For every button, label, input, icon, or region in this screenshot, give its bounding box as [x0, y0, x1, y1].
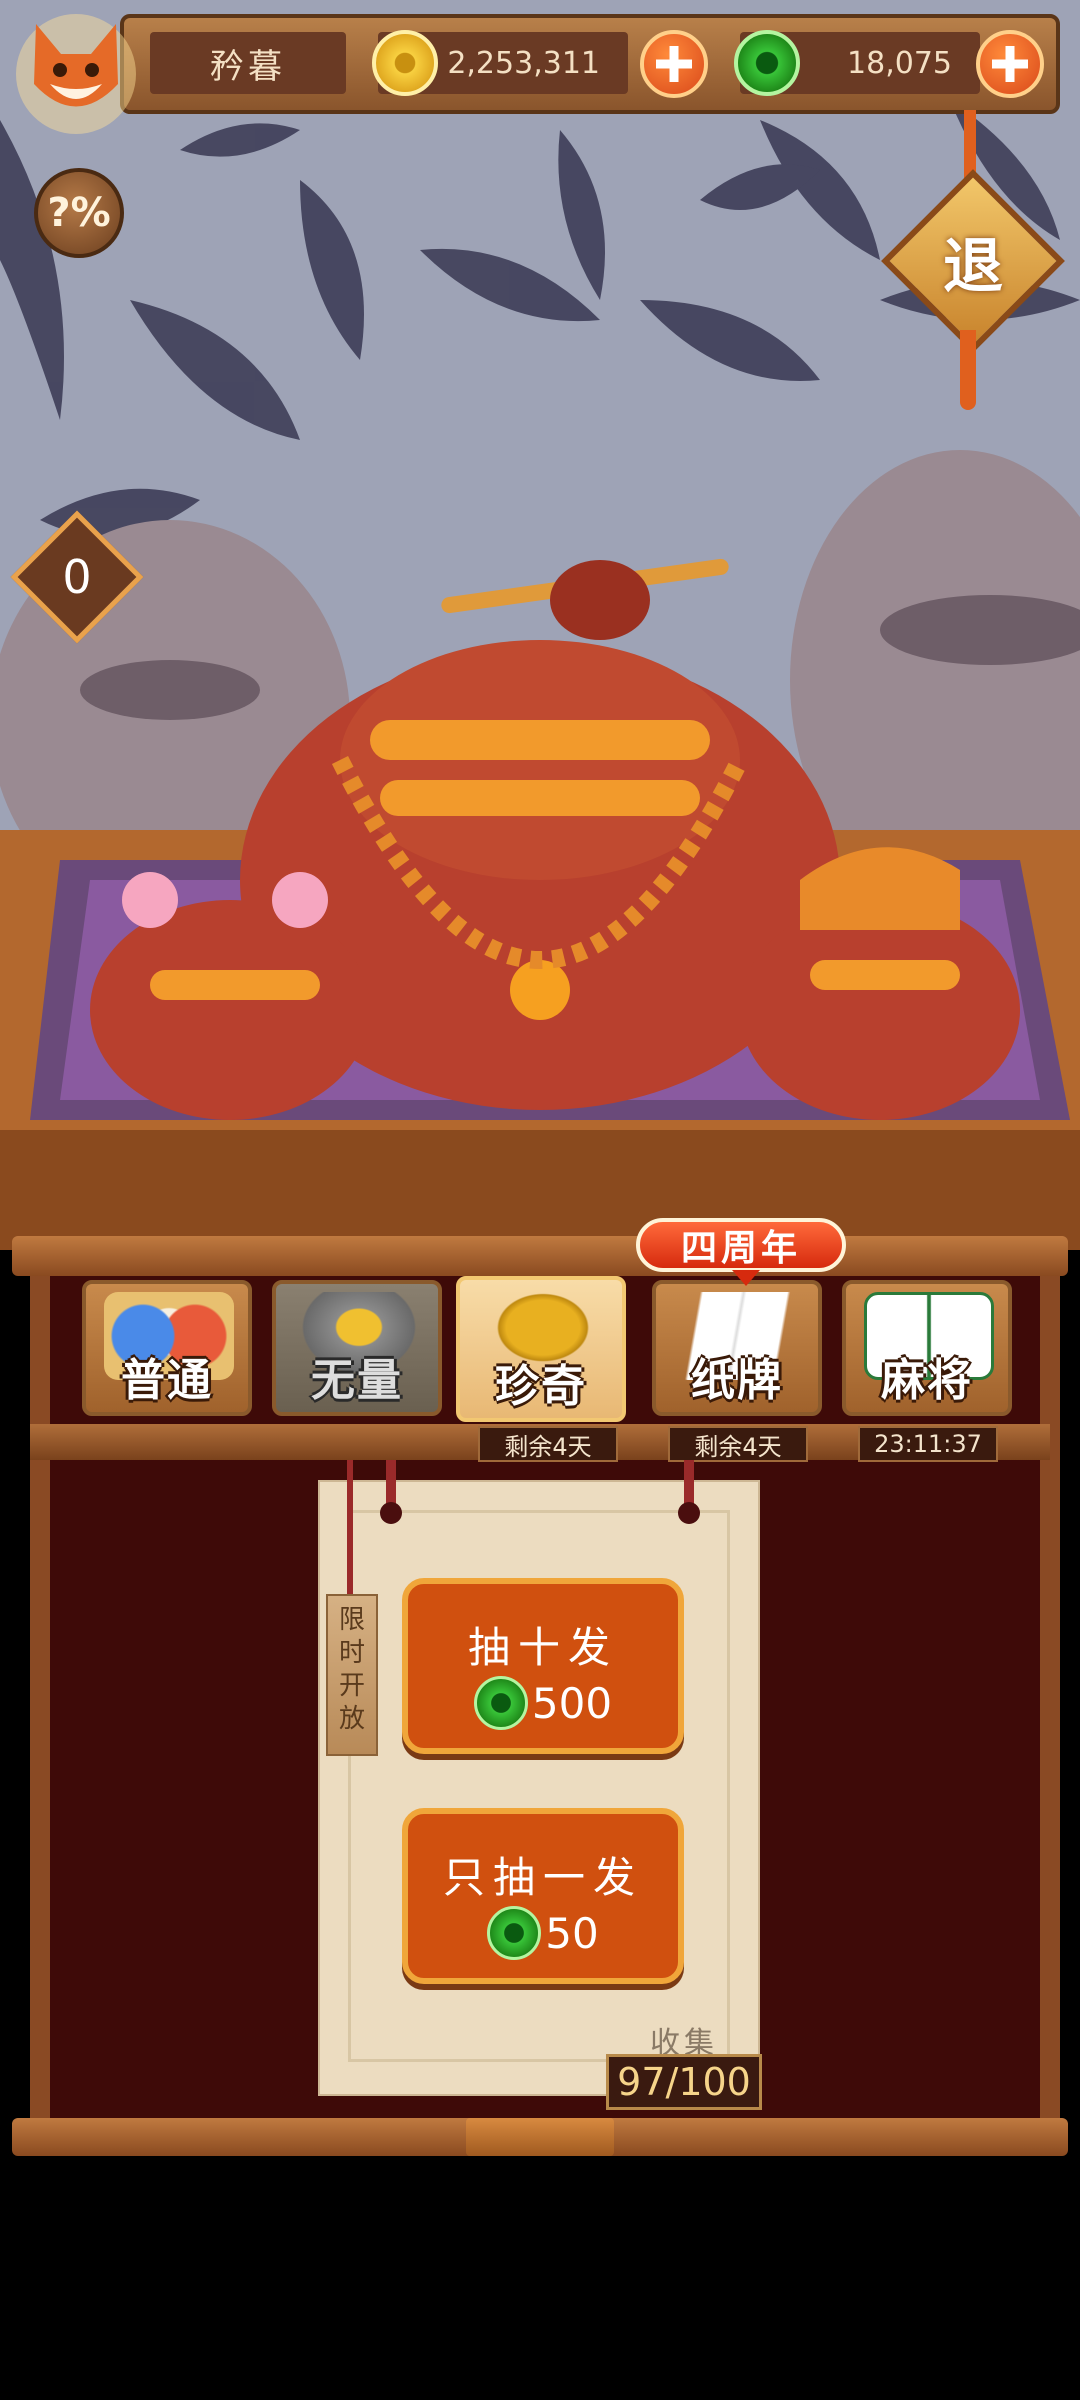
tab-zhipai[interactable]: 纸牌	[652, 1280, 822, 1416]
add-jade-button[interactable]	[976, 30, 1044, 98]
majiang-timer: 23:11:37	[858, 1426, 998, 1462]
scroll-knob-right	[678, 1502, 700, 1524]
tab-zhenqi[interactable]: 珍奇	[456, 1276, 626, 1422]
tab-wuliang[interactable]: 无量	[272, 1280, 442, 1416]
limited-time-tag: 限时开放	[326, 1594, 378, 1756]
tab-label: 麻将	[881, 1355, 973, 1406]
jade-icon	[487, 1906, 542, 1960]
tab-label: 珍奇	[495, 1361, 587, 1412]
tab-label: 纸牌	[691, 1355, 783, 1406]
panel-top-rail	[12, 1236, 1068, 1276]
jade-icon	[734, 30, 800, 96]
add-coins-button[interactable]	[640, 30, 708, 98]
gold-coin-icon	[372, 30, 438, 96]
tab-putong[interactable]: 普通	[82, 1280, 252, 1416]
tab-label: 无量	[311, 1355, 403, 1406]
jade-icon	[473, 1676, 528, 1730]
draw-one-cost: 50	[545, 1908, 599, 1958]
collection-progress[interactable]: 97/100	[606, 2054, 762, 2110]
draw-ten-cost-row: 500	[408, 1676, 678, 1730]
zhenqi-timer: 剩余4天	[478, 1426, 618, 1462]
draw-ten-cost: 500	[531, 1678, 613, 1728]
exit-tassel	[960, 330, 976, 410]
tab-label: 普通	[121, 1355, 213, 1406]
fox-mask-avatar[interactable]	[6, 4, 146, 134]
scene-artwork	[0, 0, 1080, 1250]
zhipai-timer: 剩余4天	[668, 1426, 808, 1462]
tab-majiang[interactable]: 麻将	[842, 1280, 1012, 1416]
draw-one-cost-row: 50	[408, 1906, 678, 1960]
draw-ten-label: 抽十发	[467, 1623, 618, 1672]
game-scene	[0, 0, 1080, 1250]
panel-bottom-clasp	[466, 2118, 614, 2156]
odds-info-button[interactable]: ?%	[34, 168, 124, 258]
anniversary-badge: 四周年	[636, 1218, 846, 1286]
draw-ten-button[interactable]: 抽十发 500	[402, 1578, 684, 1754]
exit-button[interactable]: 退	[908, 196, 1038, 326]
scroll-knob-left	[380, 1502, 402, 1524]
player-name: 矜暮	[150, 32, 346, 94]
counter-value: 0	[62, 550, 92, 604]
tag-string	[347, 1460, 353, 1610]
draw-one-button[interactable]: 只抽一发 50	[402, 1808, 684, 1984]
draw-one-label: 只抽一发	[442, 1853, 643, 1902]
